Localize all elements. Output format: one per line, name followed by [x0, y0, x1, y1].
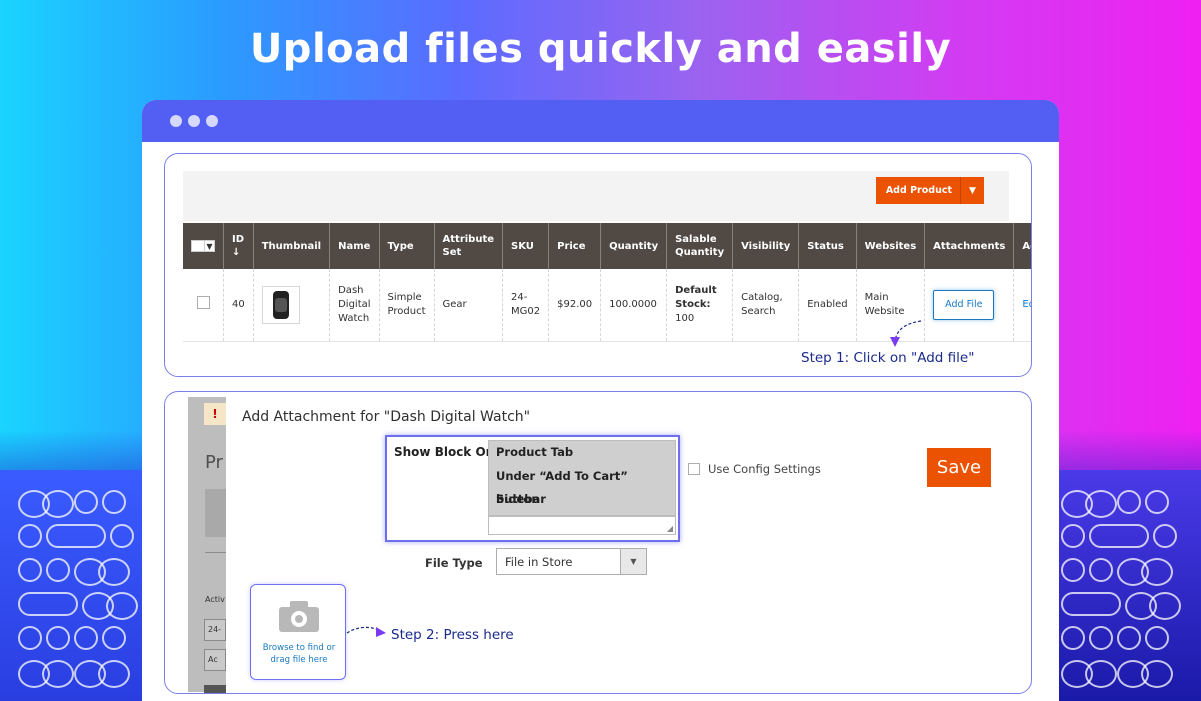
step1-caption: Step 1: Click on "Add file" — [801, 350, 975, 366]
file-type-value: File in Store — [505, 555, 573, 569]
salable-label: Default Stock: — [675, 284, 717, 310]
use-config-label: Use Config Settings — [708, 462, 821, 476]
column-header: Attachments — [924, 223, 1015, 269]
file-upload-dropzone[interactable]: Browse to find or drag file here — [250, 584, 346, 680]
mass-select-header[interactable]: ▼ — [183, 223, 224, 269]
background-block — [205, 489, 226, 537]
watch-image — [272, 290, 289, 319]
option-under-add-to-cart[interactable]: Under “Add To Cart” button — [489, 465, 675, 507]
use-config-setting[interactable]: Use Config Settings — [688, 462, 821, 476]
cell-price: $92.00 — [548, 269, 602, 342]
upload-hint: Browse to find or drag file here — [262, 643, 336, 665]
file-type-select[interactable]: File in Store ▼ — [496, 548, 647, 575]
show-block-multiselect[interactable]: Product Tab Under “Add To Cart” button S… — [488, 440, 676, 516]
product-thumbnail[interactable] — [261, 285, 300, 324]
column-header[interactable]: Websites — [856, 223, 926, 269]
column-header[interactable]: SKU — [502, 223, 550, 269]
background-bar — [204, 685, 226, 693]
column-header[interactable]: Price — [548, 223, 602, 269]
column-header: Action — [1013, 223, 1031, 269]
background-page-title: Pr — [205, 452, 223, 473]
decorative-pattern-left — [18, 490, 148, 694]
column-header[interactable]: Visibility — [732, 223, 800, 269]
add-file-button[interactable]: Add File — [933, 289, 995, 320]
cell-name: Dash Digital Watch — [329, 269, 380, 342]
window-dot-icon — [206, 115, 218, 127]
warning-icon: ! — [204, 403, 226, 425]
window-dot-icon — [170, 115, 182, 127]
option-sidebar[interactable]: Sidebar — [489, 488, 675, 512]
cell-action: Edit — [1013, 269, 1031, 342]
cell-type: Simple Product — [379, 269, 435, 342]
row-checkbox[interactable] — [196, 295, 210, 309]
row-select-cell — [183, 269, 224, 342]
cell-quantity: 100.0000 — [600, 269, 668, 342]
caret-down-icon[interactable]: ▼ — [205, 240, 215, 252]
browser-window: Add Product ▼ ▼ ID ↓ Thumbnail Name Type… — [142, 100, 1059, 701]
column-header[interactable]: Type — [379, 223, 435, 269]
chevron-down-icon[interactable]: ▼ — [620, 549, 646, 574]
multiselect-empty-area[interactable]: ◢ — [488, 516, 676, 535]
column-header[interactable]: ID ↓ — [223, 223, 254, 269]
grid-toolbar: Add Product ▼ — [183, 171, 1009, 221]
cell-attachments: Add File — [924, 269, 1015, 342]
column-header[interactable]: Attribute Set — [434, 223, 504, 269]
window-titlebar — [142, 100, 1059, 142]
resize-grip-icon[interactable]: ◢ — [667, 524, 673, 533]
step2-caption: Step 2: Press here — [391, 627, 514, 643]
divider — [205, 552, 226, 553]
background-admin-page: ! Pr Activ 24- Ac — [188, 397, 226, 693]
cell-salable-quantity: Default Stock: 100 — [666, 269, 734, 342]
add-product-label[interactable]: Add Product — [876, 177, 960, 204]
background-input: 24- — [204, 619, 226, 641]
step2-arrow-icon — [346, 626, 386, 637]
file-type-label: File Type — [425, 556, 483, 570]
edit-link[interactable]: Edit — [1022, 299, 1031, 310]
camera-icon — [279, 601, 319, 632]
cell-status: Enabled — [798, 269, 857, 342]
column-header: Thumbnail — [253, 223, 331, 269]
step1-arrow-icon — [890, 320, 922, 347]
option-product-tab[interactable]: Product Tab — [489, 441, 675, 465]
cell-visibility: Catalog, Search — [732, 269, 800, 342]
salable-value: 100 — [675, 312, 695, 324]
checkbox-icon[interactable] — [191, 240, 205, 252]
show-block-on-field: Show Block On Product Tab Under “Add To … — [385, 435, 680, 542]
background-label-active: Activ — [205, 595, 225, 604]
column-header[interactable]: Status — [798, 223, 857, 269]
modal-title: Add Attachment for "Dash Digital Watch" — [242, 409, 531, 425]
column-header[interactable]: Quantity — [600, 223, 668, 269]
headline: Upload files quickly and easily — [249, 26, 952, 72]
use-config-checkbox[interactable] — [688, 463, 700, 475]
show-block-on-label: Show Block On — [394, 445, 495, 459]
cell-thumbnail — [253, 269, 331, 342]
cell-id: 40 — [223, 269, 254, 342]
add-product-button[interactable]: Add Product ▼ — [875, 177, 984, 204]
cell-sku: 24-MG02 — [502, 269, 550, 342]
attachment-modal-panel: ! Pr Activ 24- Ac Add Attachment for "Da… — [164, 391, 1032, 694]
cell-attribute-set: Gear — [434, 269, 504, 342]
window-dot-icon — [188, 115, 200, 127]
column-header[interactable]: Name — [329, 223, 380, 269]
product-grid-panel: Add Product ▼ ▼ ID ↓ Thumbnail Name Type… — [164, 153, 1032, 377]
caret-down-icon[interactable]: ▼ — [960, 177, 984, 204]
background-button: Ac — [204, 649, 226, 671]
save-button[interactable]: Save — [927, 448, 991, 487]
decorative-pattern-right — [1061, 490, 1191, 694]
column-header: Salable Quantity — [666, 223, 734, 269]
